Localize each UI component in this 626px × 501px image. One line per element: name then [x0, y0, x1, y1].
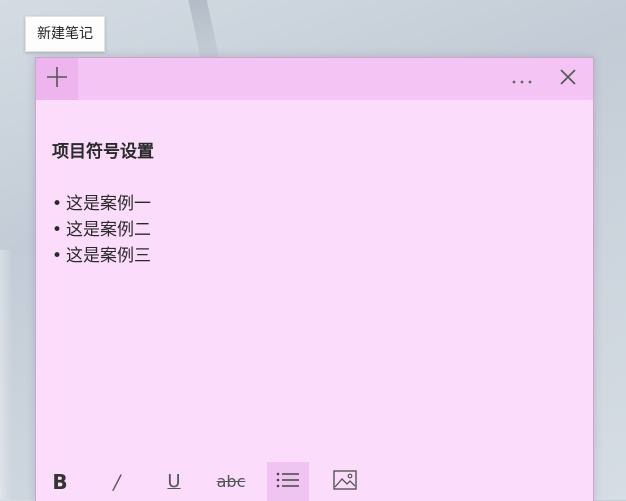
sticky-note-window: 项目符号设置 • 这是案例一 • 这是案例二 • 这是案例三 B / U abc [35, 57, 594, 501]
underline-button[interactable]: U [153, 462, 195, 501]
note-heading: 项目符号设置 [52, 142, 154, 162]
bold-button[interactable]: B [39, 462, 81, 501]
bullet-glyph: • [52, 194, 63, 214]
bullet-glyph: • [52, 220, 63, 240]
list-item: • 这是案例一 [52, 191, 577, 217]
bullet-glyph: • [52, 246, 63, 266]
formatting-toolbar: B / U abc [36, 462, 593, 501]
bullet-list: • 这是案例一 • 这是案例二 • 这是案例三 [52, 191, 577, 269]
note-titlebar[interactable] [36, 58, 593, 100]
bulleted-list-icon [276, 471, 300, 493]
list-item-text: 这是案例二 [66, 220, 151, 240]
bulleted-list-button[interactable] [267, 462, 309, 501]
insert-image-button[interactable] [324, 462, 366, 501]
list-item-text: 这是案例三 [66, 246, 151, 266]
image-icon [333, 469, 357, 494]
menu-button[interactable] [501, 58, 543, 100]
note-body[interactable]: 项目符号设置 • 这是案例一 • 这是案例二 • 这是案例三 [52, 140, 577, 269]
new-note-button[interactable] [36, 58, 78, 100]
list-item: • 这是案例三 [52, 243, 577, 269]
list-item: • 这是案例二 [52, 217, 577, 243]
desktop-background-streak [0, 250, 12, 500]
close-button[interactable] [547, 58, 589, 100]
new-note-tooltip: 新建笔记 [25, 16, 105, 52]
close-icon [559, 68, 577, 90]
italic-button[interactable]: / [96, 462, 138, 501]
strikethrough-button[interactable]: abc [210, 462, 252, 501]
plus-icon [46, 66, 68, 92]
ellipsis-icon [511, 70, 533, 89]
list-item-text: 这是案例一 [66, 194, 151, 214]
